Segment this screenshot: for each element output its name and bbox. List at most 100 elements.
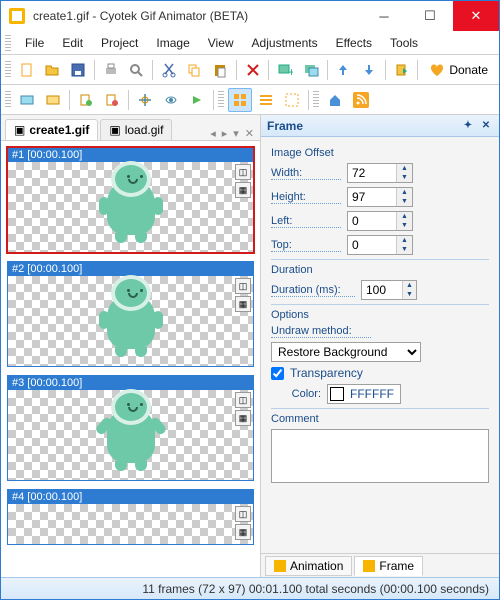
frame-action-b-button[interactable]: ▦: [235, 182, 251, 198]
menu-tools[interactable]: Tools: [382, 33, 426, 53]
tool-a-button[interactable]: [15, 88, 39, 112]
spin-up-icon[interactable]: ▲: [397, 212, 412, 221]
duration-input[interactable]: ▲▼: [361, 280, 417, 300]
print-button[interactable]: [99, 58, 123, 82]
menu-file[interactable]: File: [17, 33, 52, 53]
frame-action-b-button[interactable]: ▦: [235, 410, 251, 426]
tab-create1[interactable]: ▣ create1.gif: [5, 119, 98, 140]
frame-action-a-button[interactable]: ◫: [235, 392, 251, 408]
spin-up-icon[interactable]: ▲: [397, 164, 412, 173]
delete-button[interactable]: [241, 58, 265, 82]
donate-label: Donate: [449, 63, 488, 77]
frame-item[interactable]: #4 [00:00.100] ◫▦: [7, 489, 254, 545]
export-button[interactable]: [390, 58, 414, 82]
preview-button[interactable]: [124, 58, 148, 82]
tab-load[interactable]: ▣ load.gif: [100, 119, 172, 140]
spin-up-icon[interactable]: ▲: [397, 188, 412, 197]
pin-button[interactable]: ✦: [461, 119, 475, 133]
status-text: 11 frames (72 x 97) 00:01.100 total seco…: [142, 582, 489, 596]
group-image-offset: Image Offset: [271, 147, 489, 159]
copy-button[interactable]: [183, 58, 207, 82]
maximize-button[interactable]: ☐: [407, 1, 453, 31]
import-button[interactable]: [299, 58, 323, 82]
tab-menu-button[interactable]: ▾: [231, 127, 241, 140]
color-swatch-icon: [330, 387, 344, 401]
new-button[interactable]: [15, 58, 39, 82]
frame-header: #3 [00:00.100]: [8, 376, 253, 390]
donate-button[interactable]: Donate: [422, 59, 495, 81]
menu-view[interactable]: View: [200, 33, 242, 53]
rss-button[interactable]: [349, 88, 373, 112]
spin-up-icon[interactable]: ▲: [403, 281, 416, 290]
cut-button[interactable]: [157, 58, 181, 82]
minimize-button[interactable]: ─: [361, 1, 407, 31]
frame-item[interactable]: #1 [00:00.100] ◫▦: [7, 147, 254, 253]
color-value: FFFFFF: [350, 387, 394, 401]
move-down-button[interactable]: [357, 58, 381, 82]
frame-action-b-button[interactable]: ▦: [235, 524, 251, 540]
tab-close-button[interactable]: ✕: [243, 127, 256, 140]
panel-tabs: Animation Frame: [261, 553, 499, 577]
spin-up-icon[interactable]: ▲: [397, 236, 412, 245]
height-label: Height:: [271, 191, 341, 204]
left-input[interactable]: ▲▼: [347, 211, 413, 231]
frame-action-a-button[interactable]: ◫: [235, 506, 251, 522]
tab-next-button[interactable]: ▸: [220, 127, 230, 140]
close-button[interactable]: ✕: [453, 1, 499, 31]
tool-g-button[interactable]: [185, 88, 209, 112]
frame-header: #1 [00:00.100]: [8, 148, 253, 162]
tab-frame[interactable]: Frame: [354, 556, 423, 576]
grip-icon: [5, 91, 11, 109]
tool-f-button[interactable]: [159, 88, 183, 112]
frames-list[interactable]: #1 [00:00.100] ◫▦ #2 [00:00.100] ◫▦ #3 […: [1, 141, 260, 577]
width-label: Width:: [271, 167, 341, 180]
frame-item[interactable]: #2 [00:00.100] ◫ ▦: [7, 261, 254, 367]
spin-down-icon[interactable]: ▼: [397, 221, 412, 230]
menu-edit[interactable]: Edit: [54, 33, 91, 53]
spin-down-icon[interactable]: ▼: [397, 245, 412, 254]
height-input[interactable]: ▲▼: [347, 187, 413, 207]
frame-action-b-button[interactable]: ▦: [235, 296, 251, 312]
frame-action-a-button[interactable]: ◫: [235, 278, 251, 294]
tool-c-button[interactable]: [74, 88, 98, 112]
spin-down-icon[interactable]: ▼: [397, 173, 412, 182]
window-title: create1.gif - Cyotek Gif Animator (BETA): [33, 9, 361, 23]
properties-panel: Frame ✦ ✕ Image Offset Width: ▲▼ Height:…: [261, 115, 499, 577]
tab-label: create1.gif: [29, 123, 89, 137]
spin-down-icon[interactable]: ▼: [397, 197, 412, 206]
transparency-checkbox[interactable]: [271, 367, 284, 380]
menu-image[interactable]: Image: [148, 33, 197, 53]
spin-down-icon[interactable]: ▼: [403, 290, 416, 299]
undraw-select[interactable]: Restore Background: [271, 342, 421, 362]
tool-b-button[interactable]: [41, 88, 65, 112]
tool-e-button[interactable]: [133, 88, 157, 112]
open-button[interactable]: [41, 58, 65, 82]
frame-thumbnail: ◫▦: [8, 162, 253, 252]
comment-textarea[interactable]: [271, 429, 489, 483]
menu-adjustments[interactable]: Adjustments: [244, 33, 326, 53]
save-button[interactable]: [66, 58, 90, 82]
menu-project[interactable]: Project: [93, 33, 146, 53]
frame-thumbnail: ◫▦: [8, 504, 253, 544]
tab-animation[interactable]: Animation: [265, 556, 352, 576]
top-input[interactable]: ▲▼: [347, 235, 413, 255]
view-grid-button[interactable]: [228, 88, 252, 112]
width-input[interactable]: ▲▼: [347, 163, 413, 183]
frame-action-a-button[interactable]: ◫: [235, 164, 251, 180]
tool-d-button[interactable]: [100, 88, 124, 112]
view-list-button[interactable]: [254, 88, 278, 112]
group-options: Options: [271, 309, 489, 321]
frame-item[interactable]: #3 [00:00.100] ◫ ▦: [7, 375, 254, 481]
view-detail-button[interactable]: [280, 88, 304, 112]
panel-close-button[interactable]: ✕: [479, 119, 493, 133]
titlebar: create1.gif - Cyotek Gif Animator (BETA)…: [1, 1, 499, 31]
menu-effects[interactable]: Effects: [328, 33, 380, 53]
tab-prev-button[interactable]: ◂: [208, 127, 218, 140]
frame-header: #2 [00:00.100]: [8, 262, 253, 276]
color-picker[interactable]: FFFFFF: [327, 384, 401, 404]
move-up-button[interactable]: [332, 58, 356, 82]
home-button[interactable]: [323, 88, 347, 112]
paste-button[interactable]: [208, 58, 232, 82]
add-frame-button[interactable]: +: [273, 58, 297, 82]
svg-text:+: +: [288, 65, 293, 78]
